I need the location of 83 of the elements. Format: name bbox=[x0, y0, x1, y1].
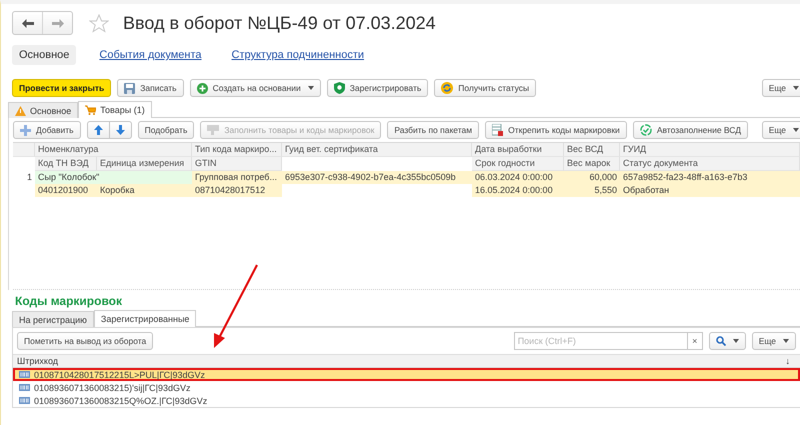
down-arrow-icon bbox=[116, 125, 125, 135]
table-cell: 657a9852-fa23-48ff-a163-e7b3 bbox=[620, 171, 800, 184]
table-cell: 5,550 bbox=[564, 184, 620, 197]
plus-circle-icon bbox=[196, 82, 208, 94]
barcode-text: 0108710428017512215L>PUL|ГС|93dGVz bbox=[34, 370, 206, 380]
up-arrow-icon bbox=[94, 125, 103, 135]
command-button[interactable]: Создать на основании bbox=[190, 79, 321, 97]
table-cell: Коробка bbox=[97, 184, 192, 197]
table-cell: Групповая потреб... bbox=[192, 171, 282, 184]
back-arrow-icon bbox=[22, 18, 34, 28]
toolbar-button[interactable]: Разбить по пакетам bbox=[387, 121, 480, 139]
column-header: Гуид вет. сертификата bbox=[282, 143, 472, 157]
barcode-text: 0108936071360083215Q%OZ.|ГС|93dGVz bbox=[34, 396, 208, 406]
command-button[interactable]: Записать bbox=[117, 79, 184, 97]
column-header: Срок годности bbox=[472, 157, 564, 171]
move-down-button[interactable] bbox=[110, 121, 132, 139]
table-cell: 60,000 bbox=[564, 171, 620, 184]
table-cell: 6953e307-c938-4902-b7ea-4c355bc0509b bbox=[282, 171, 472, 184]
mark-withdrawal-button[interactable]: Пометить на вывод из оборота bbox=[17, 332, 154, 350]
command-button[interactable]: Получить статусы bbox=[434, 79, 536, 97]
shield-icon bbox=[334, 82, 345, 94]
caret-icon bbox=[732, 339, 739, 343]
clear-button[interactable]: × bbox=[686, 333, 702, 349]
caret-icon bbox=[793, 86, 799, 90]
tab[interactable]: Зарегистрированные bbox=[94, 310, 196, 327]
column-header: Статус документа bbox=[620, 157, 800, 171]
caret-icon bbox=[308, 86, 314, 90]
table-cell: 06.03.2024 0:00:00 bbox=[472, 171, 564, 184]
command-button[interactable]: Зарегистрировать bbox=[326, 79, 428, 97]
column-header: GTIN bbox=[192, 157, 282, 171]
toolbar-button[interactable]: Открепить коды маркировки bbox=[485, 121, 627, 139]
table-cell: 0401201900 bbox=[35, 184, 97, 197]
toolbar-button[interactable]: Подобрать bbox=[138, 121, 194, 139]
plus-icon bbox=[20, 124, 31, 136]
column-header: Вес марок bbox=[564, 157, 620, 171]
tab[interactable]: На регистрацию bbox=[12, 311, 94, 327]
forward-arrow-icon bbox=[52, 18, 64, 28]
more-button[interactable]: Еще bbox=[752, 332, 796, 350]
post-and-close-button[interactable]: Провести и закрыть bbox=[12, 79, 112, 97]
column-header: Номенклатура bbox=[35, 143, 192, 157]
column-header: Вес ВСД bbox=[564, 143, 620, 157]
barcode-icon bbox=[19, 371, 30, 378]
column-header: Единица измерения bbox=[97, 157, 192, 171]
caret-icon bbox=[793, 128, 799, 132]
table-remove-icon bbox=[492, 124, 504, 136]
search-field[interactable]: Поиск (Ctrl+F) × bbox=[514, 332, 703, 350]
cart-icon bbox=[85, 105, 96, 115]
tab[interactable]: Основное bbox=[8, 102, 78, 118]
caret-icon bbox=[783, 339, 789, 343]
more-button[interactable]: Еще bbox=[762, 121, 800, 139]
column-header: Дата выработки bbox=[472, 143, 564, 157]
column-header: Тип кода маркиро... bbox=[192, 143, 282, 157]
section-link[interactable]: События документа bbox=[92, 45, 209, 65]
barcode-icon bbox=[19, 384, 30, 391]
fill-icon bbox=[207, 125, 220, 135]
barcode-row[interactable]: 0108936071360083215)'sij|ГС|93dGVz bbox=[13, 381, 800, 394]
window-title: Ввод в оборот №ЦБ-49 от 07.03.2024 bbox=[123, 12, 436, 34]
column-header: Штрихкод bbox=[17, 355, 58, 367]
table-cell: 08710428017512 bbox=[192, 184, 282, 197]
section-link[interactable]: Основное bbox=[12, 45, 76, 65]
refresh-circle-icon bbox=[441, 82, 454, 94]
column-header: ГУИД bbox=[620, 143, 800, 157]
barcode-row[interactable]: 0108710428017512215L>PUL|ГС|93dGVz bbox=[13, 368, 800, 381]
table-cell: Сыр "Колобок" bbox=[35, 171, 192, 184]
table-cell: 16.05.2024 0:00:00 bbox=[472, 184, 564, 197]
search-button[interactable] bbox=[708, 332, 746, 350]
column-header: Код ТН ВЭД bbox=[35, 157, 97, 171]
barcode-icon bbox=[19, 397, 30, 404]
table-cell: Обработан bbox=[620, 184, 800, 197]
toolbar-button[interactable]: Добавить bbox=[13, 121, 81, 139]
section-title: Коды маркировок bbox=[15, 294, 124, 308]
toolbar-button[interactable]: Автозаполнение ВСД bbox=[632, 121, 748, 139]
warning-icon bbox=[15, 106, 26, 116]
search-icon bbox=[716, 336, 726, 346]
star-icon[interactable] bbox=[89, 14, 109, 32]
barcode-row[interactable]: 0108936071360083215Q%OZ.|ГС|93dGVz bbox=[13, 394, 800, 407]
more-button[interactable]: Еще bbox=[762, 79, 800, 97]
sort-indicator: ↓ bbox=[786, 355, 790, 367]
check-circle-icon bbox=[640, 124, 652, 136]
move-up-button[interactable] bbox=[86, 121, 110, 139]
tab[interactable]: Товары (1) bbox=[78, 101, 152, 118]
barcode-text: 0108936071360083215)'sij|ГС|93dGVz bbox=[34, 382, 190, 392]
section-link[interactable]: Структура подчиненности bbox=[224, 45, 372, 65]
